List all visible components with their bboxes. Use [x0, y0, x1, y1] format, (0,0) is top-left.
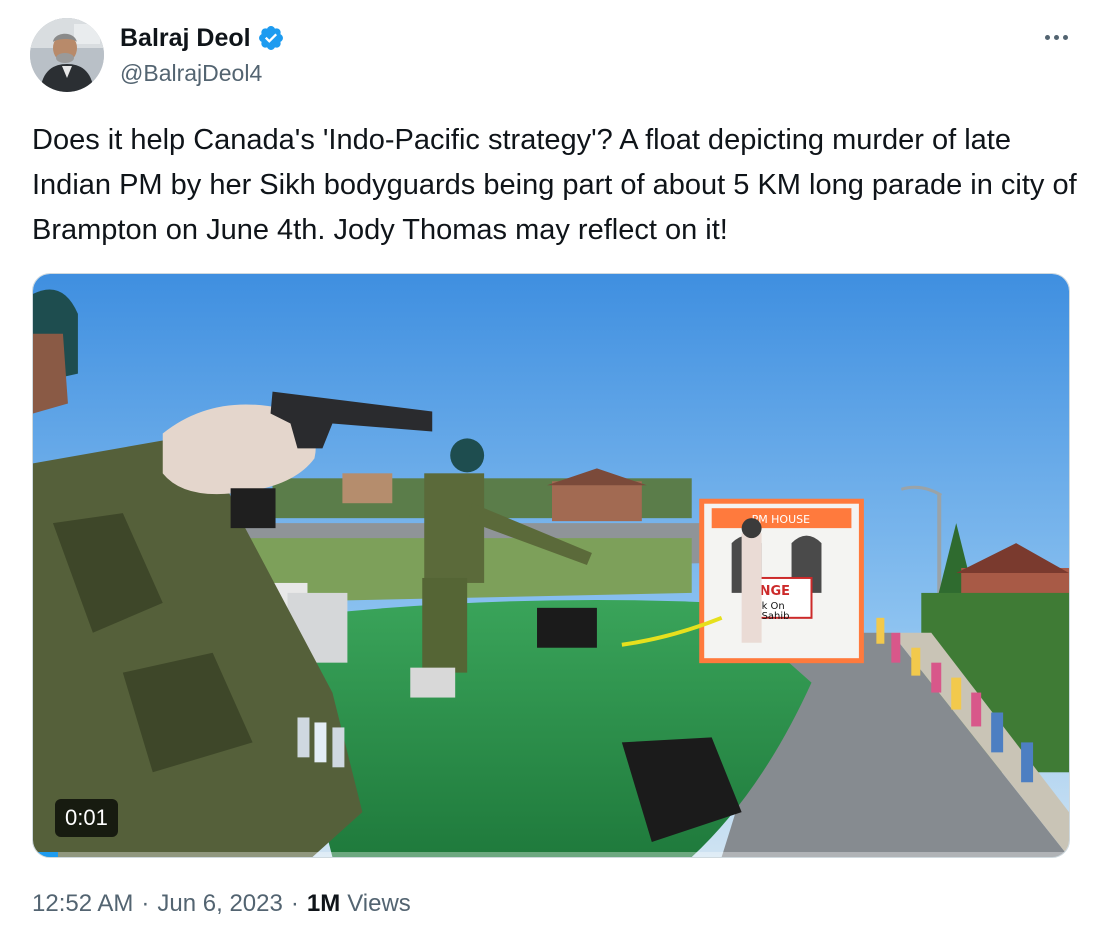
- video-frame: PM HOUSE NGE k On Sahib: [33, 274, 1069, 857]
- tweet-card: Balraj Deol @BalrajDeol4 Does it help Ca…: [0, 0, 1100, 944]
- name-row: Balraj Deol: [120, 22, 285, 54]
- tweet-date[interactable]: Jun 6, 2023: [157, 890, 282, 918]
- video-timestamp: 0:01: [55, 799, 118, 837]
- author-block: Balraj Deol @BalrajDeol4: [120, 22, 285, 87]
- avatar-image: [30, 18, 104, 92]
- meta-separator: ·: [141, 890, 150, 917]
- author-handle[interactable]: @BalrajDeol4: [120, 60, 285, 87]
- verified-badge-icon[interactable]: [257, 24, 285, 52]
- tweet-time[interactable]: 12:52 AM: [32, 890, 133, 918]
- float-sign-red: NGE: [760, 584, 790, 599]
- float-sign-line3: Sahib: [762, 611, 790, 622]
- views-label: Views: [347, 890, 411, 917]
- meta-separator: ·: [290, 890, 299, 917]
- video-player[interactable]: PM HOUSE NGE k On Sahib 0:01: [32, 273, 1070, 858]
- avatar[interactable]: [30, 18, 104, 92]
- tweet-meta: 12:52 AM · Jun 6, 2023 · 1M Views: [32, 890, 411, 918]
- author-name[interactable]: Balraj Deol: [120, 24, 251, 53]
- more-options-icon[interactable]: [1036, 22, 1076, 52]
- tweet-text: Does it help Canada's 'Indo-Pacific stra…: [32, 124, 1077, 246]
- views-count[interactable]: 1M: [307, 890, 340, 918]
